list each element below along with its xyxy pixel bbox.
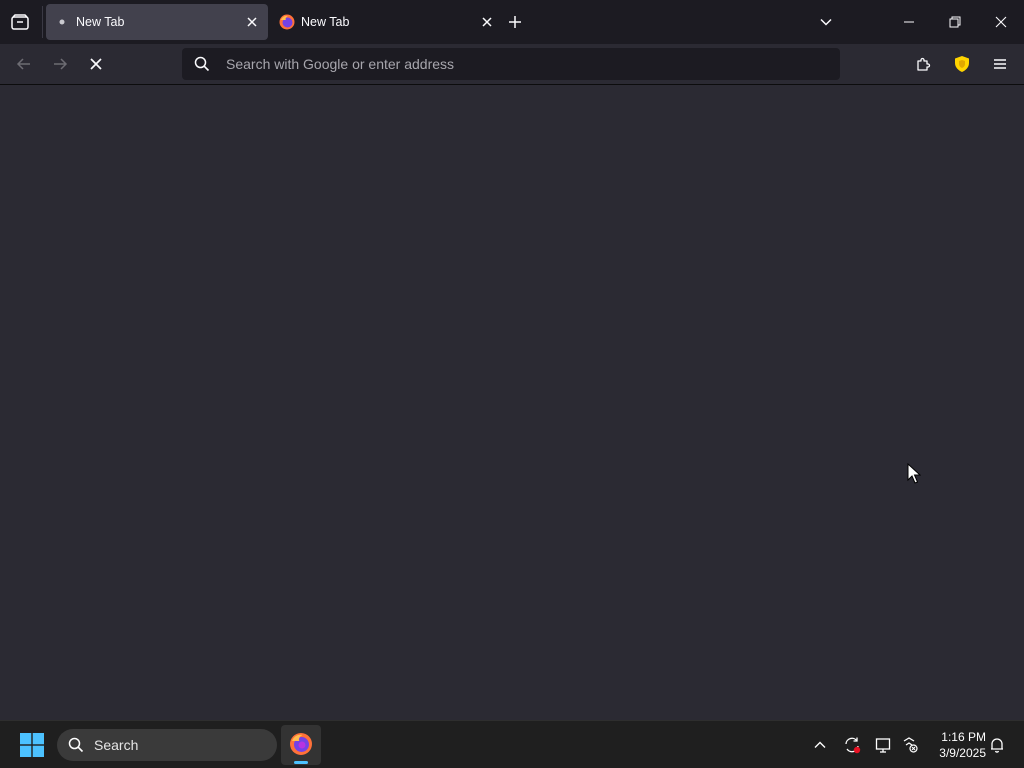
notifications-button[interactable]	[985, 733, 1009, 757]
minimize-button[interactable]	[893, 6, 925, 38]
search-icon	[68, 737, 84, 753]
plus-icon	[509, 16, 521, 28]
tab-label: New Tab	[301, 15, 350, 29]
network-disconnected-icon	[903, 737, 918, 753]
windows-logo-icon	[20, 733, 44, 757]
list-all-tabs-button[interactable]	[814, 10, 838, 34]
tab-new-tab-2[interactable]: New Tab	[271, 4, 493, 40]
clock-time: 1:16 PM	[941, 730, 986, 744]
address-bar[interactable]	[182, 48, 840, 80]
taskbar-clock[interactable]: 1:16 PM 3/9/2025	[928, 729, 986, 761]
mouse-cursor-icon	[907, 462, 922, 490]
loading-dot-icon	[54, 14, 70, 30]
show-hidden-icons-button[interactable]	[808, 733, 832, 757]
arrow-right-icon	[54, 58, 68, 70]
start-button[interactable]	[16, 729, 48, 761]
new-tab-button[interactable]	[503, 10, 527, 34]
back-button[interactable]	[12, 52, 36, 76]
stop-loading-button[interactable]	[84, 52, 108, 76]
tab-new-tab-1[interactable]: New Tab	[46, 4, 268, 40]
chevron-down-icon	[820, 18, 832, 26]
tab-separator	[42, 6, 43, 38]
navigation-toolbar	[0, 44, 1024, 85]
tab-label: New Tab	[76, 15, 125, 29]
search-icon	[194, 56, 210, 72]
taskbar-search-label: Search	[94, 737, 139, 753]
arrow-left-icon	[16, 58, 30, 70]
display-tray-button[interactable]	[872, 733, 896, 757]
puzzle-piece-icon	[917, 57, 931, 71]
minimize-icon	[904, 21, 914, 23]
close-icon	[995, 16, 1007, 28]
sync-tray-button[interactable]	[840, 733, 864, 757]
extensions-button[interactable]	[912, 52, 936, 76]
shield-icon	[955, 56, 969, 72]
close-icon[interactable]	[479, 14, 495, 30]
monitor-icon	[875, 738, 891, 753]
chevron-up-icon	[814, 741, 826, 748]
restore-icon	[949, 16, 961, 28]
forward-button[interactable]	[48, 52, 72, 76]
page-content	[0, 86, 1024, 720]
restore-button[interactable]	[939, 6, 971, 38]
stop-icon	[90, 58, 102, 70]
app-menu-button[interactable]	[988, 52, 1012, 76]
close-icon[interactable]	[244, 14, 260, 30]
firefox-icon	[279, 14, 295, 30]
bell-icon	[991, 738, 1003, 753]
taskbar-search-box[interactable]: Search	[57, 729, 277, 761]
firefox-icon	[289, 732, 313, 756]
browser-window: New Tab New Tab	[0, 0, 1024, 720]
firefox-view-button[interactable]	[8, 10, 32, 34]
clock-date: 3/9/2025	[939, 746, 986, 760]
taskbar-firefox-button[interactable]	[281, 725, 321, 765]
sync-icon	[845, 737, 861, 754]
close-window-button[interactable]	[985, 6, 1017, 38]
shield-extension-button[interactable]	[950, 52, 974, 76]
url-input[interactable]	[226, 48, 826, 80]
firefox-view-icon	[11, 14, 29, 30]
tab-strip: New Tab New Tab	[0, 0, 1024, 44]
taskbar: Search 1:16 PM 3/9/2025	[0, 720, 1024, 768]
network-tray-button[interactable]	[898, 733, 922, 757]
hamburger-menu-icon	[994, 59, 1006, 69]
running-indicator	[294, 761, 308, 764]
